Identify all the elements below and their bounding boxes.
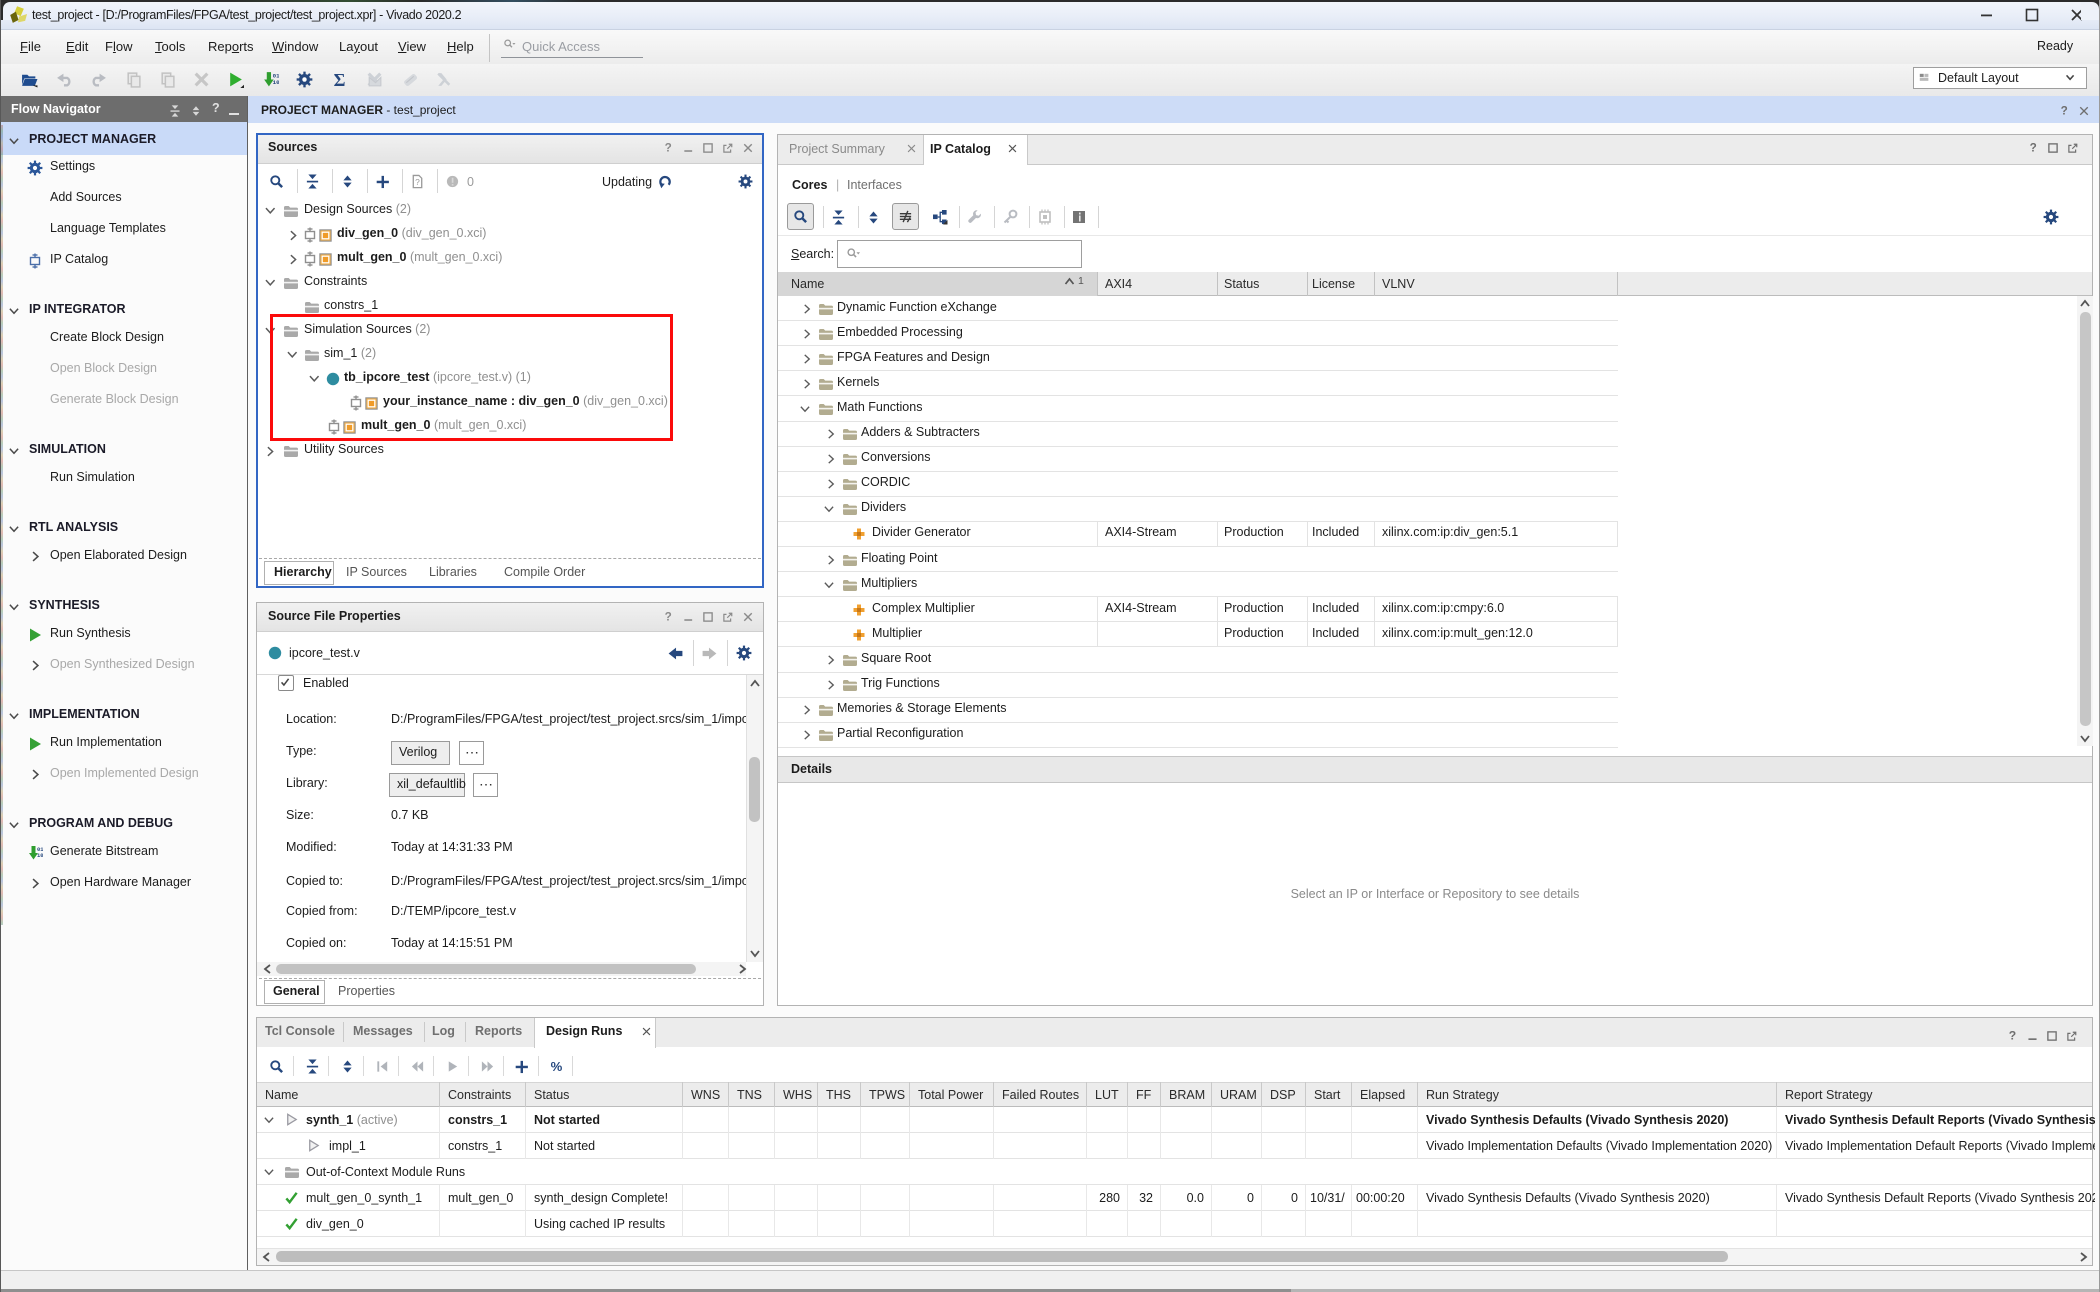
- svg-text:?: ?: [665, 610, 672, 623]
- svg-text:%: %: [551, 1059, 563, 1074]
- svg-text:?: ?: [2009, 1029, 2016, 1042]
- svg-text:?: ?: [665, 141, 672, 154]
- svg-text:?: ?: [2030, 141, 2037, 154]
- svg-text:10: 10: [37, 852, 43, 859]
- svg-text:?: ?: [415, 177, 420, 187]
- svg-text:?: ?: [2061, 104, 2068, 117]
- svg-text:10: 10: [273, 79, 279, 86]
- svg-text:Σ: Σ: [334, 71, 346, 88]
